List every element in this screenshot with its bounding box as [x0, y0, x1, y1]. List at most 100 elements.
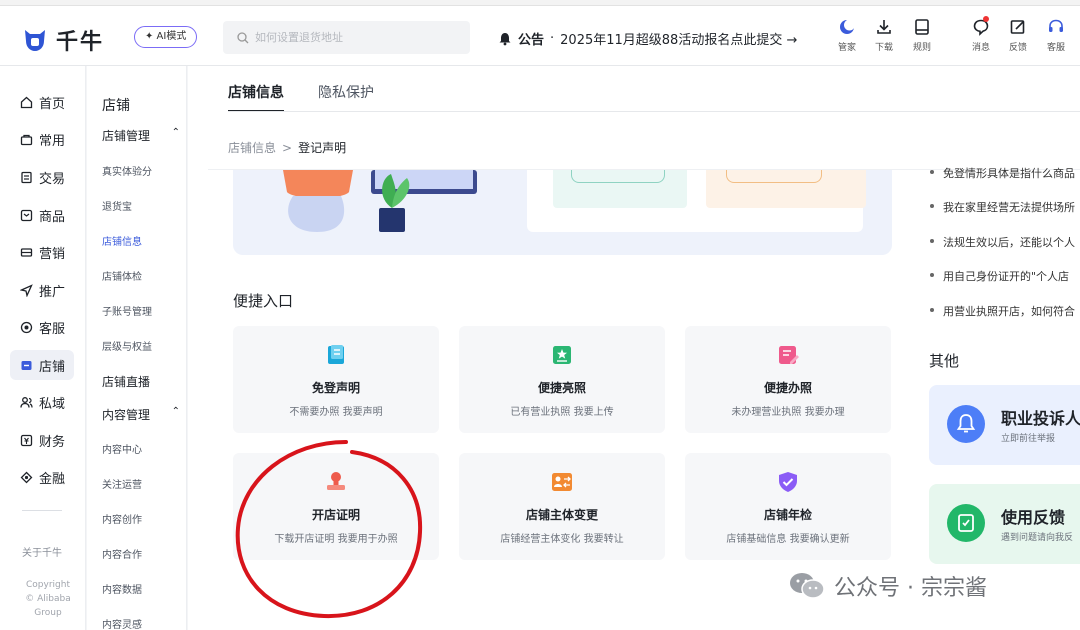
- card-annual-inspection[interactable]: 店铺年检 店铺基础信息 我要确认更新: [685, 453, 891, 560]
- nav-product[interactable]: 商品: [10, 200, 74, 230]
- tool-customer-service[interactable]: 客服: [1038, 18, 1074, 53]
- announcement-bar[interactable]: 公告 · 2025年11月超级88活动报名点此提交 →: [498, 29, 797, 48]
- faq-item[interactable]: 法规生效以后，还能以个人: [930, 234, 1075, 250]
- send-icon: [20, 283, 33, 297]
- subnav-item[interactable]: 内容创作: [102, 511, 142, 526]
- faq-item[interactable]: 用自己身份证开的"个人店: [929, 268, 1069, 284]
- quick-entry-title: 便捷入口: [233, 292, 294, 310]
- tab-privacy[interactable]: 隐私保护: [318, 66, 374, 112]
- subnav-item[interactable]: 内容合作: [102, 546, 142, 561]
- subnav-item[interactable]: 关注运营: [102, 476, 142, 491]
- faq-item[interactable]: 免登情形具体是指什么商品: [930, 165, 1075, 181]
- bell-icon: [499, 32, 511, 45]
- about-link[interactable]: 关于千牛: [22, 544, 62, 559]
- subnav-group-label: 店铺管理: [102, 129, 151, 143]
- tool-feedback[interactable]: 反馈: [1000, 18, 1036, 53]
- subnav-item[interactable]: 内容数据: [102, 581, 142, 596]
- card-easy-license-display[interactable]: 便捷亮照 已有营业执照 我要上传: [459, 326, 665, 433]
- card-exemption-statement[interactable]: 免登声明 不需要办照 我要声明: [233, 326, 439, 433]
- nav-shop[interactable]: 店铺: [10, 350, 74, 380]
- qianniu-logo-icon: [25, 30, 45, 51]
- tab-shop-info[interactable]: 店铺信息: [228, 66, 284, 112]
- fund-icon: [20, 471, 33, 483]
- book-icon: [915, 19, 929, 35]
- search-input[interactable]: [255, 31, 455, 44]
- card-title: 便捷办照: [763, 381, 812, 395]
- app-name: 千牛: [56, 30, 105, 55]
- nav-label: 私域: [39, 396, 66, 412]
- nav-marketing[interactable]: 营销: [10, 237, 74, 267]
- nav-promotion[interactable]: 推广: [10, 275, 74, 305]
- other-section-title: 其他: [929, 352, 960, 370]
- nav-label: 客服: [39, 321, 66, 337]
- nav-finance[interactable]: 财务: [10, 425, 74, 455]
- ai-mode-button[interactable]: ✦ AI模式: [134, 26, 198, 48]
- card-title: 便捷亮照: [537, 381, 586, 395]
- tab-bar: 店铺信息 隐私保护: [228, 66, 374, 112]
- card-title: 店铺年检: [763, 508, 812, 522]
- unread-dot: [983, 16, 989, 22]
- app-logo[interactable]: 千牛: [22, 24, 104, 56]
- faq-item[interactable]: 用营业执照开店，如何符合: [930, 303, 1075, 319]
- card-easy-license-apply[interactable]: 便捷办照 未办理营业执照 我要办理: [685, 326, 891, 433]
- tool-rules[interactable]: 规则: [904, 18, 940, 53]
- subnav-item-shop-live[interactable]: 店铺直播: [102, 373, 180, 390]
- transfer-icon: [552, 473, 572, 491]
- tool-download[interactable]: 下载: [866, 18, 902, 53]
- watermark-text: 公众号 · 宗宗酱: [834, 576, 987, 601]
- browser-strip: [0, 0, 1080, 6]
- announcement-label: 公告: [518, 33, 545, 48]
- tool-messages[interactable]: 消息: [963, 16, 999, 53]
- chevron-up-icon: ⌃: [171, 406, 180, 417]
- subnav-item[interactable]: 退货宝: [102, 198, 132, 213]
- nav-label: 财务: [39, 434, 66, 450]
- search-box[interactable]: [223, 21, 470, 54]
- subnav-group-shop-management[interactable]: 店铺管理 ⌃: [102, 127, 180, 144]
- feedback-icon: [958, 514, 974, 532]
- nav-trade[interactable]: 交易: [10, 162, 74, 192]
- subnav-item[interactable]: 店铺体检: [102, 268, 142, 283]
- tool-assistant[interactable]: 管家: [829, 18, 865, 53]
- tool-label: 客服: [1046, 43, 1065, 53]
- shop-icon: [21, 360, 32, 370]
- wechat-icon: [790, 573, 825, 599]
- receipt-icon: [21, 171, 32, 183]
- nav-label: 金融: [39, 471, 66, 487]
- subnav-title: 店铺: [102, 98, 130, 114]
- copyright-line: Group: [34, 608, 62, 618]
- subnav-item[interactable]: 内容中心: [102, 441, 142, 456]
- breadcrumb-parent[interactable]: 店铺信息: [228, 139, 276, 156]
- home-icon: [20, 96, 33, 108]
- product-icon: [20, 209, 33, 221]
- card-entity-change[interactable]: 店铺主体变更 店铺经营主体变化 我要转让: [459, 453, 665, 560]
- tool-label: 反馈: [1008, 43, 1027, 53]
- subnav-item[interactable]: 层级与权益: [102, 338, 152, 353]
- subnav-item[interactable]: 内容灵感: [102, 616, 142, 630]
- nav-home[interactable]: 首页: [10, 87, 74, 117]
- primary-sidebar: 首页 常用 交易 商品 营销 推广 客服 店铺 私域 财务 金融 关于千牛 Co…: [0, 66, 86, 630]
- faq-item[interactable]: 我在家里经营无法提供场所: [930, 199, 1075, 215]
- subnav-item[interactable]: 子账号管理: [102, 303, 152, 318]
- nav-private-domain[interactable]: 私域: [10, 387, 74, 417]
- copyright-line: © Alibaba: [25, 594, 71, 604]
- subnav-group-content-management[interactable]: 内容管理 ⌃: [102, 406, 180, 423]
- banner-card-peach: [706, 170, 866, 208]
- finance-icon: [20, 434, 33, 446]
- nav-fund[interactable]: 金融: [10, 462, 74, 492]
- nav-divider: [22, 510, 62, 511]
- card-usage-feedback[interactable]: 使用反馈 遇到问题请向我反: [929, 484, 1080, 564]
- side-card-title: 使用反馈: [1001, 508, 1066, 527]
- announcement-text[interactable]: 2025年11月超级88活动报名点此提交 →: [560, 29, 797, 48]
- person-illustration-icon: [283, 170, 477, 232]
- bag-icon: [20, 134, 33, 145]
- nav-favorites[interactable]: 常用: [10, 124, 74, 154]
- nav-service[interactable]: 客服: [10, 312, 74, 342]
- chevron-up-icon: ⌃: [171, 127, 180, 138]
- subnav-item[interactable]: 真实体验分: [102, 163, 152, 178]
- wechat-watermark: 公众号 · 宗宗酱: [788, 570, 987, 602]
- card-professional-complainant[interactable]: 职业投诉人 立即前往举报: [929, 385, 1080, 465]
- service-icon: [20, 321, 33, 333]
- subnav-item-shop-info[interactable]: 店铺信息: [102, 233, 142, 248]
- nav-label: 商品: [39, 209, 66, 225]
- announcement-dot: ·: [550, 31, 555, 46]
